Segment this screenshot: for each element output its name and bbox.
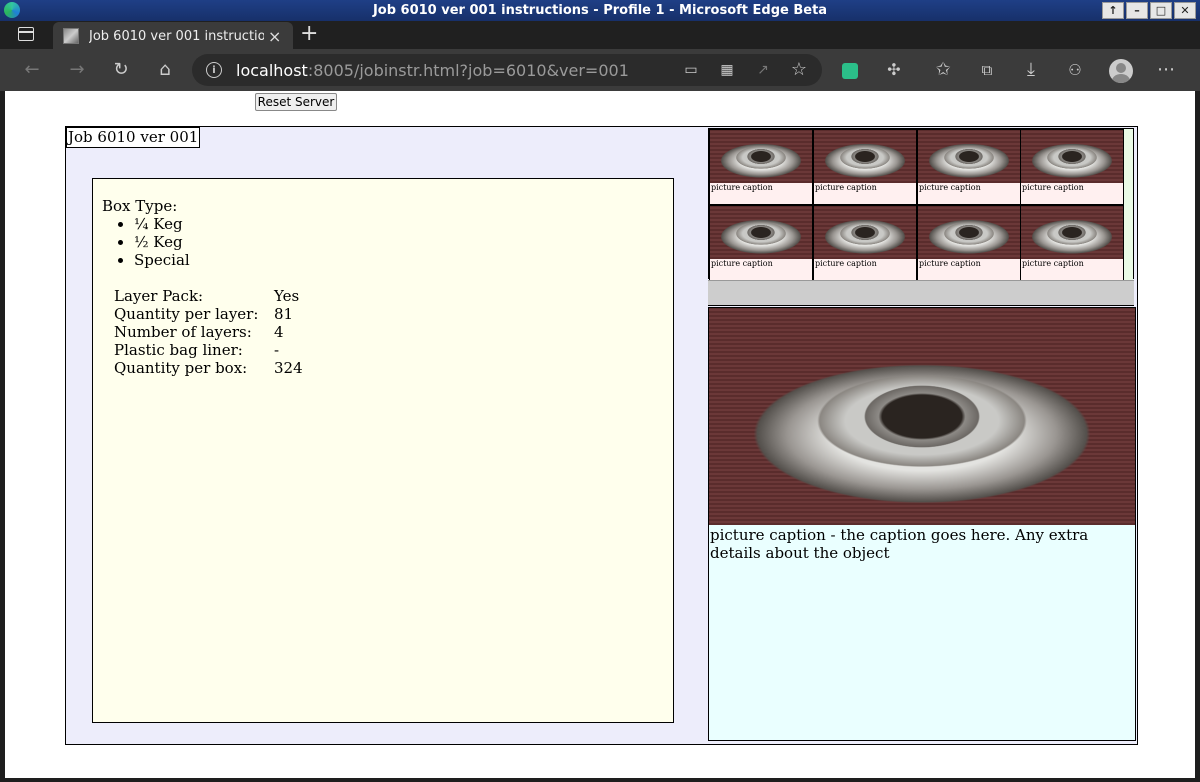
spec-value: 4 [274,323,284,341]
thumbnail[interactable]: picture caption [917,205,1021,281]
box-type-item: Special [134,251,673,269]
tab-active[interactable]: Job 6010 ver 001 instructions - Profile … [53,22,293,50]
thumbnail[interactable]: picture caption [709,205,813,281]
thumbnail-image [814,130,916,183]
spec-table: Layer Pack: Yes Quantity per layer: 81 Num… [114,287,673,377]
window-title: Job 6010 ver 001 instructions - Profile … [372,3,828,18]
extension-green-icon[interactable] [842,63,858,79]
spec-value: 81 [274,305,294,323]
tab-strip: Job 6010 ver 001 instructions - Profile … [0,21,1200,50]
box-type-list: ¼ Keg ½ Keg Special [134,215,673,269]
box-type-item: ½ Keg [134,233,673,251]
back-arrow-icon[interactable]: ← [20,58,44,82]
thumbnail-caption: picture caption [919,183,981,192]
spec-label: Quantity per box: [114,359,248,377]
thumbnail-caption: picture caption [1022,183,1084,192]
site-info-icon[interactable]: i [206,62,222,78]
thumbnail[interactable]: picture caption [709,129,813,205]
tab-actions-icon[interactable] [18,27,34,41]
thumbnail-image [1021,130,1123,183]
gallery-horizontal-scrollbar[interactable] [708,280,1134,306]
reset-server-button[interactable]: Reset Server [255,93,337,111]
immersive-reader-icon[interactable]: ▭ [679,58,703,82]
window-titlebar: Job 6010 ver 001 instructions - Profile … [0,0,1200,21]
spec-row: Layer Pack: Yes [114,287,673,305]
thumbnail-caption: picture caption [711,259,773,268]
page-viewport: Reset Server Job 6010 ver 001 Box Type: … [5,91,1195,778]
profile-avatar[interactable] [1109,59,1133,83]
edge-logo-icon [4,2,20,18]
page-favicon-icon [63,28,79,44]
spec-label: Plastic bag liner: [114,341,243,359]
thumbnail-image [1021,206,1123,259]
spec-label: Number of layers: [114,323,252,341]
thumbnail-caption: picture caption [815,183,877,192]
spec-value: Yes [274,287,300,305]
thumbnail[interactable]: picture caption [813,129,917,205]
collections-icon[interactable]: ⧉ [975,58,999,82]
box-type-item: ¼ Keg [134,215,673,233]
settings-more-icon[interactable]: ⋯ [1154,58,1178,82]
thumbnail-caption: picture caption [815,259,877,268]
forward-arrow-icon[interactable]: → [65,58,89,82]
thumbnail-image [918,130,1020,183]
spec-value: - [274,341,280,359]
window-close-button[interactable]: ✕ [1174,2,1196,19]
packing-details-panel: Box Type: ¼ Keg ½ Keg Special Layer Pack… [92,178,674,723]
spec-value: 324 [274,359,303,377]
box-type-label: Box Type: [102,197,178,215]
apps-icon[interactable]: ▦ [715,58,739,82]
thumbnail-image [710,206,812,259]
thumbnail[interactable]: picture caption [1020,205,1124,281]
new-tab-button[interactable]: + [300,21,318,47]
add-favorite-icon[interactable]: ☆ [787,58,811,82]
spec-row: Number of layers: 4 [114,323,673,341]
window-keep-above-button[interactable]: ↑ [1102,2,1124,19]
url-path: :8005/jobinstr.html?job=6010&ver=001 [307,60,629,80]
thumbnail[interactable]: picture caption [1020,129,1124,205]
refresh-icon[interactable]: ↻ [109,58,133,82]
spec-row: Quantity per box: 324 [114,359,673,377]
selected-picture [709,308,1135,525]
thumbnail-caption: picture caption [919,259,981,268]
job-title: Job 6010 ver 001 [66,127,201,148]
spec-label: Quantity per layer: [114,305,259,323]
performance-icon[interactable]: ⚇ [1063,58,1087,82]
thumbnail-caption: picture caption [711,183,773,192]
spec-row: Plastic bag liner: - [114,341,673,359]
thumbnail[interactable]: picture caption [813,205,917,281]
home-icon[interactable]: ⌂ [153,58,177,82]
thumbnail-caption: picture caption [1022,259,1084,268]
tab-close-icon[interactable]: × [268,27,281,46]
spec-row: Quantity per layer: 81 [114,305,673,323]
thumbnail-image [918,206,1020,259]
window-maximize-button[interactable]: □ [1150,2,1172,19]
url-host: localhost [236,60,308,80]
thumbnail-image [814,206,916,259]
downloads-icon[interactable]: ⤓ [1019,58,1043,82]
share-icon[interactable]: ↗ [751,58,775,82]
spec-label: Layer Pack: [114,287,204,305]
window-minimize-button[interactable]: – [1126,2,1148,19]
browser-toolbar: ← → ↻ ⌂ i localhost:8005/jobinstr.html?j… [0,49,1200,91]
extensions-icon[interactable]: ✣ [882,58,906,82]
gallery-scrollbar[interactable] [1123,129,1133,280]
picture-column: picture caption picture caption picture … [708,127,1138,744]
tab-title: Job 6010 ver 001 instructions - Profile … [89,28,264,44]
thumbnail[interactable]: picture caption [917,129,1021,205]
window-controls: ↑ – □ ✕ [1102,2,1196,19]
job-container: Job 6010 ver 001 Box Type: ¼ Keg ½ Keg S… [65,126,1138,745]
thumbnail-gallery[interactable]: picture caption picture caption picture … [708,128,1134,281]
selected-picture-caption: picture caption - the caption goes here.… [710,526,1089,562]
selected-picture-panel: picture caption - the caption goes here.… [708,307,1136,741]
thumbnail-image [710,130,812,183]
favorites-icon[interactable]: ✩ [931,58,955,82]
